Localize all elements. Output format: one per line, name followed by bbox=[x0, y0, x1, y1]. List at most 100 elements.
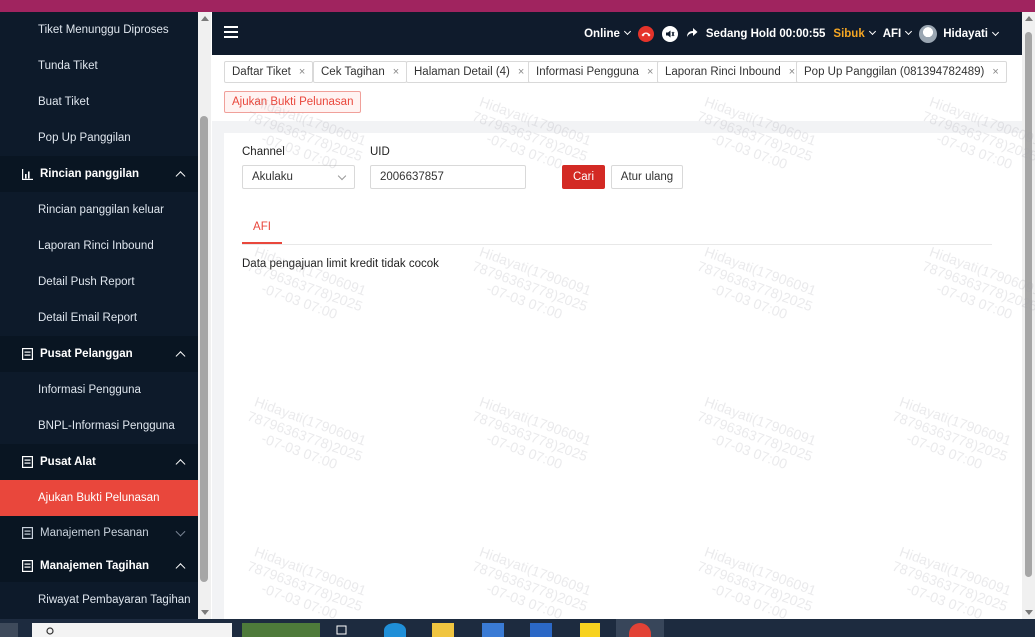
close-icon[interactable]: × bbox=[393, 66, 399, 78]
sidebar-item-label: Buat Tiket bbox=[38, 96, 90, 108]
chevron-down-icon bbox=[175, 526, 186, 537]
document-icon bbox=[20, 526, 34, 540]
sidebar-item-bnpl-informasi-pengguna[interactable]: BNPL-Informasi Pengguna bbox=[0, 408, 198, 444]
sidebar-group-label: Manajemen Tagihan bbox=[40, 560, 150, 572]
scroll-down-arrow-icon[interactable] bbox=[201, 610, 209, 615]
sidebar-group-rincian-panggilan[interactable]: Rincian panggilan bbox=[0, 156, 198, 192]
chevron-down-icon bbox=[868, 27, 876, 35]
user-name: Hidayati bbox=[943, 27, 988, 40]
mute-icon[interactable] bbox=[661, 25, 678, 42]
sidebar-group-label: Pusat Pelanggan bbox=[40, 348, 133, 360]
scroll-up-arrow-icon[interactable] bbox=[1025, 16, 1033, 21]
document-icon bbox=[20, 455, 34, 469]
tab-label: Halaman Detail (4) bbox=[414, 66, 510, 78]
tab-label: Laporan Rinci Inbound bbox=[665, 66, 781, 78]
tab-afi[interactable]: AFI bbox=[242, 212, 282, 244]
search-icon bbox=[46, 627, 54, 635]
forward-call-icon[interactable] bbox=[686, 27, 698, 41]
taskbar-search-box[interactable] bbox=[32, 623, 232, 637]
close-icon[interactable]: × bbox=[789, 66, 795, 78]
close-icon[interactable]: × bbox=[647, 66, 653, 78]
scroll-down-arrow-icon[interactable] bbox=[1025, 610, 1033, 615]
scroll-up-arrow-icon[interactable] bbox=[201, 16, 209, 21]
task-view-icon[interactable] bbox=[336, 623, 352, 637]
busy-dropdown[interactable]: Sibuk bbox=[833, 27, 876, 40]
hold-timer: Sedang Hold 00:00:55 bbox=[705, 27, 826, 40]
top-header: Online Sedang Hold 00:00:55 Sibuk AFI Hi… bbox=[212, 12, 1022, 55]
tab-halaman-detail[interactable]: Halaman Detail (4) × bbox=[406, 61, 533, 83]
tab-informasi-pengguna[interactable]: Informasi Pengguna × bbox=[528, 61, 662, 83]
sidebar-group-manajemen-pesanan[interactable]: Manajemen Pesanan bbox=[0, 516, 198, 550]
uid-input[interactable]: 2006637857 bbox=[370, 165, 526, 189]
hangup-icon[interactable] bbox=[637, 25, 654, 42]
mail-icon[interactable] bbox=[530, 623, 552, 637]
chevron-down-icon bbox=[905, 27, 913, 35]
sidebar-group-label: Pusat Alat bbox=[40, 456, 96, 468]
file-explorer-icon[interactable] bbox=[432, 623, 454, 637]
team-label: AFI bbox=[882, 27, 902, 40]
close-icon[interactable]: × bbox=[992, 66, 998, 78]
subtab-divider bbox=[242, 244, 992, 245]
channel-select[interactable]: Akulaku bbox=[242, 165, 355, 189]
team-dropdown[interactable]: AFI bbox=[882, 27, 913, 40]
menu-toggle-icon[interactable] bbox=[224, 26, 238, 40]
header-right: Online Sedang Hold 00:00:55 Sibuk AFI Hi… bbox=[584, 12, 1000, 55]
page-tabs: Daftar Tiket × Cek Tagihan × Halaman Detai… bbox=[212, 55, 1022, 121]
close-icon[interactable]: × bbox=[518, 66, 524, 78]
document-icon bbox=[20, 347, 34, 361]
document-icon bbox=[20, 559, 34, 573]
sidebar-item-tiket-menunggu[interactable]: Tiket Menunggu Diproses bbox=[0, 12, 198, 48]
start-button[interactable] bbox=[0, 623, 18, 637]
sidebar-item-tunda-tiket[interactable]: Tunda Tiket bbox=[0, 48, 198, 84]
sidebar-item-riwayat-pembayaran-tagihan[interactable]: Riwayat Pembayaran Tagihan bbox=[0, 582, 198, 618]
tab-label: Ajukan Bukti Pelunasan bbox=[232, 96, 354, 108]
uid-value: 2006637857 bbox=[380, 171, 444, 183]
sidebar-item-label: Tiket Menunggu Diproses bbox=[38, 24, 169, 36]
sidebar-group-pusat-alat[interactable]: Pusat Alat bbox=[0, 444, 198, 480]
tab-label: Daftar Tiket bbox=[232, 66, 291, 78]
taskbar-widget-icon[interactable] bbox=[242, 623, 320, 637]
close-icon[interactable]: × bbox=[299, 66, 305, 78]
notes-icon[interactable] bbox=[580, 623, 600, 637]
edge-browser-icon[interactable] bbox=[384, 623, 406, 637]
chrome-icon bbox=[629, 623, 651, 637]
sidebar-item-label: Riwayat Pembayaran Tagihan bbox=[38, 594, 191, 606]
sidebar-item-detail-push-report[interactable]: Detail Push Report bbox=[0, 264, 198, 300]
user-menu[interactable]: Hidayati bbox=[919, 24, 1000, 43]
sidebar-item-label: BNPL-Informasi Pengguna bbox=[38, 420, 175, 432]
sidebar-item-buat-tiket[interactable]: Buat Tiket bbox=[0, 84, 198, 120]
sidebar-scrollbar-thumb[interactable] bbox=[200, 116, 208, 582]
sidebar-group-manajemen-tagihan[interactable]: Manajemen Tagihan bbox=[0, 550, 198, 582]
content-card bbox=[224, 133, 1022, 619]
tab-cek-tagihan[interactable]: Cek Tagihan × bbox=[313, 61, 408, 83]
tab-label: Pop Up Panggilan (081394782489) bbox=[804, 66, 985, 78]
result-message: Data pengajuan limit kredit tidak cocok bbox=[242, 258, 439, 270]
sidebar-scrollbar[interactable] bbox=[198, 12, 211, 619]
reset-button[interactable]: Atur ulang bbox=[611, 165, 683, 189]
main-scrollbar[interactable] bbox=[1022, 12, 1035, 619]
search-button[interactable]: Cari bbox=[562, 165, 605, 189]
sidebar-item-ajukan-bukti-pelunasan[interactable]: Ajukan Bukti Pelunasan bbox=[0, 480, 198, 516]
busy-label: Sibuk bbox=[833, 27, 865, 40]
chevron-down-icon bbox=[623, 27, 631, 35]
status-dropdown[interactable]: Online bbox=[584, 27, 631, 40]
sidebar-item-laporan-rinci-inbound[interactable]: Laporan Rinci Inbound bbox=[0, 228, 198, 264]
sidebar-item-rincian-panggilan-keluar[interactable]: Rincian panggilan keluar bbox=[0, 192, 198, 228]
sidebar-item-label: Pop Up Panggilan bbox=[38, 132, 131, 144]
store-icon[interactable] bbox=[482, 623, 504, 637]
sidebar-group-label: Manajemen Pesanan bbox=[40, 527, 149, 539]
sidebar-item-detail-email-report[interactable]: Detail Email Report bbox=[0, 300, 198, 336]
tab-laporan-rinci-inbound[interactable]: Laporan Rinci Inbound × bbox=[657, 61, 804, 83]
tab-pop-up-panggilan[interactable]: Pop Up Panggilan (081394782489) × bbox=[796, 61, 1007, 83]
sidebar-item-label: Detail Email Report bbox=[38, 312, 138, 324]
chevron-down-icon bbox=[991, 28, 1000, 36]
sidebar-item-informasi-pengguna[interactable]: Informasi Pengguna bbox=[0, 372, 198, 408]
tab-ajukan-bukti-pelunasan[interactable]: Ajukan Bukti Pelunasan bbox=[224, 91, 362, 113]
channel-label: Channel bbox=[242, 146, 285, 158]
sidebar-group-label: Rincian panggilan bbox=[40, 168, 140, 180]
main-scrollbar-thumb[interactable] bbox=[1025, 32, 1032, 577]
chrome-taskbar-button[interactable] bbox=[616, 619, 664, 637]
sidebar-item-pop-up-panggilan[interactable]: Pop Up Panggilan bbox=[0, 120, 198, 156]
tab-daftar-tiket[interactable]: Daftar Tiket × bbox=[224, 61, 314, 83]
sidebar-group-pusat-pelanggan[interactable]: Pusat Pelanggan bbox=[0, 336, 198, 372]
